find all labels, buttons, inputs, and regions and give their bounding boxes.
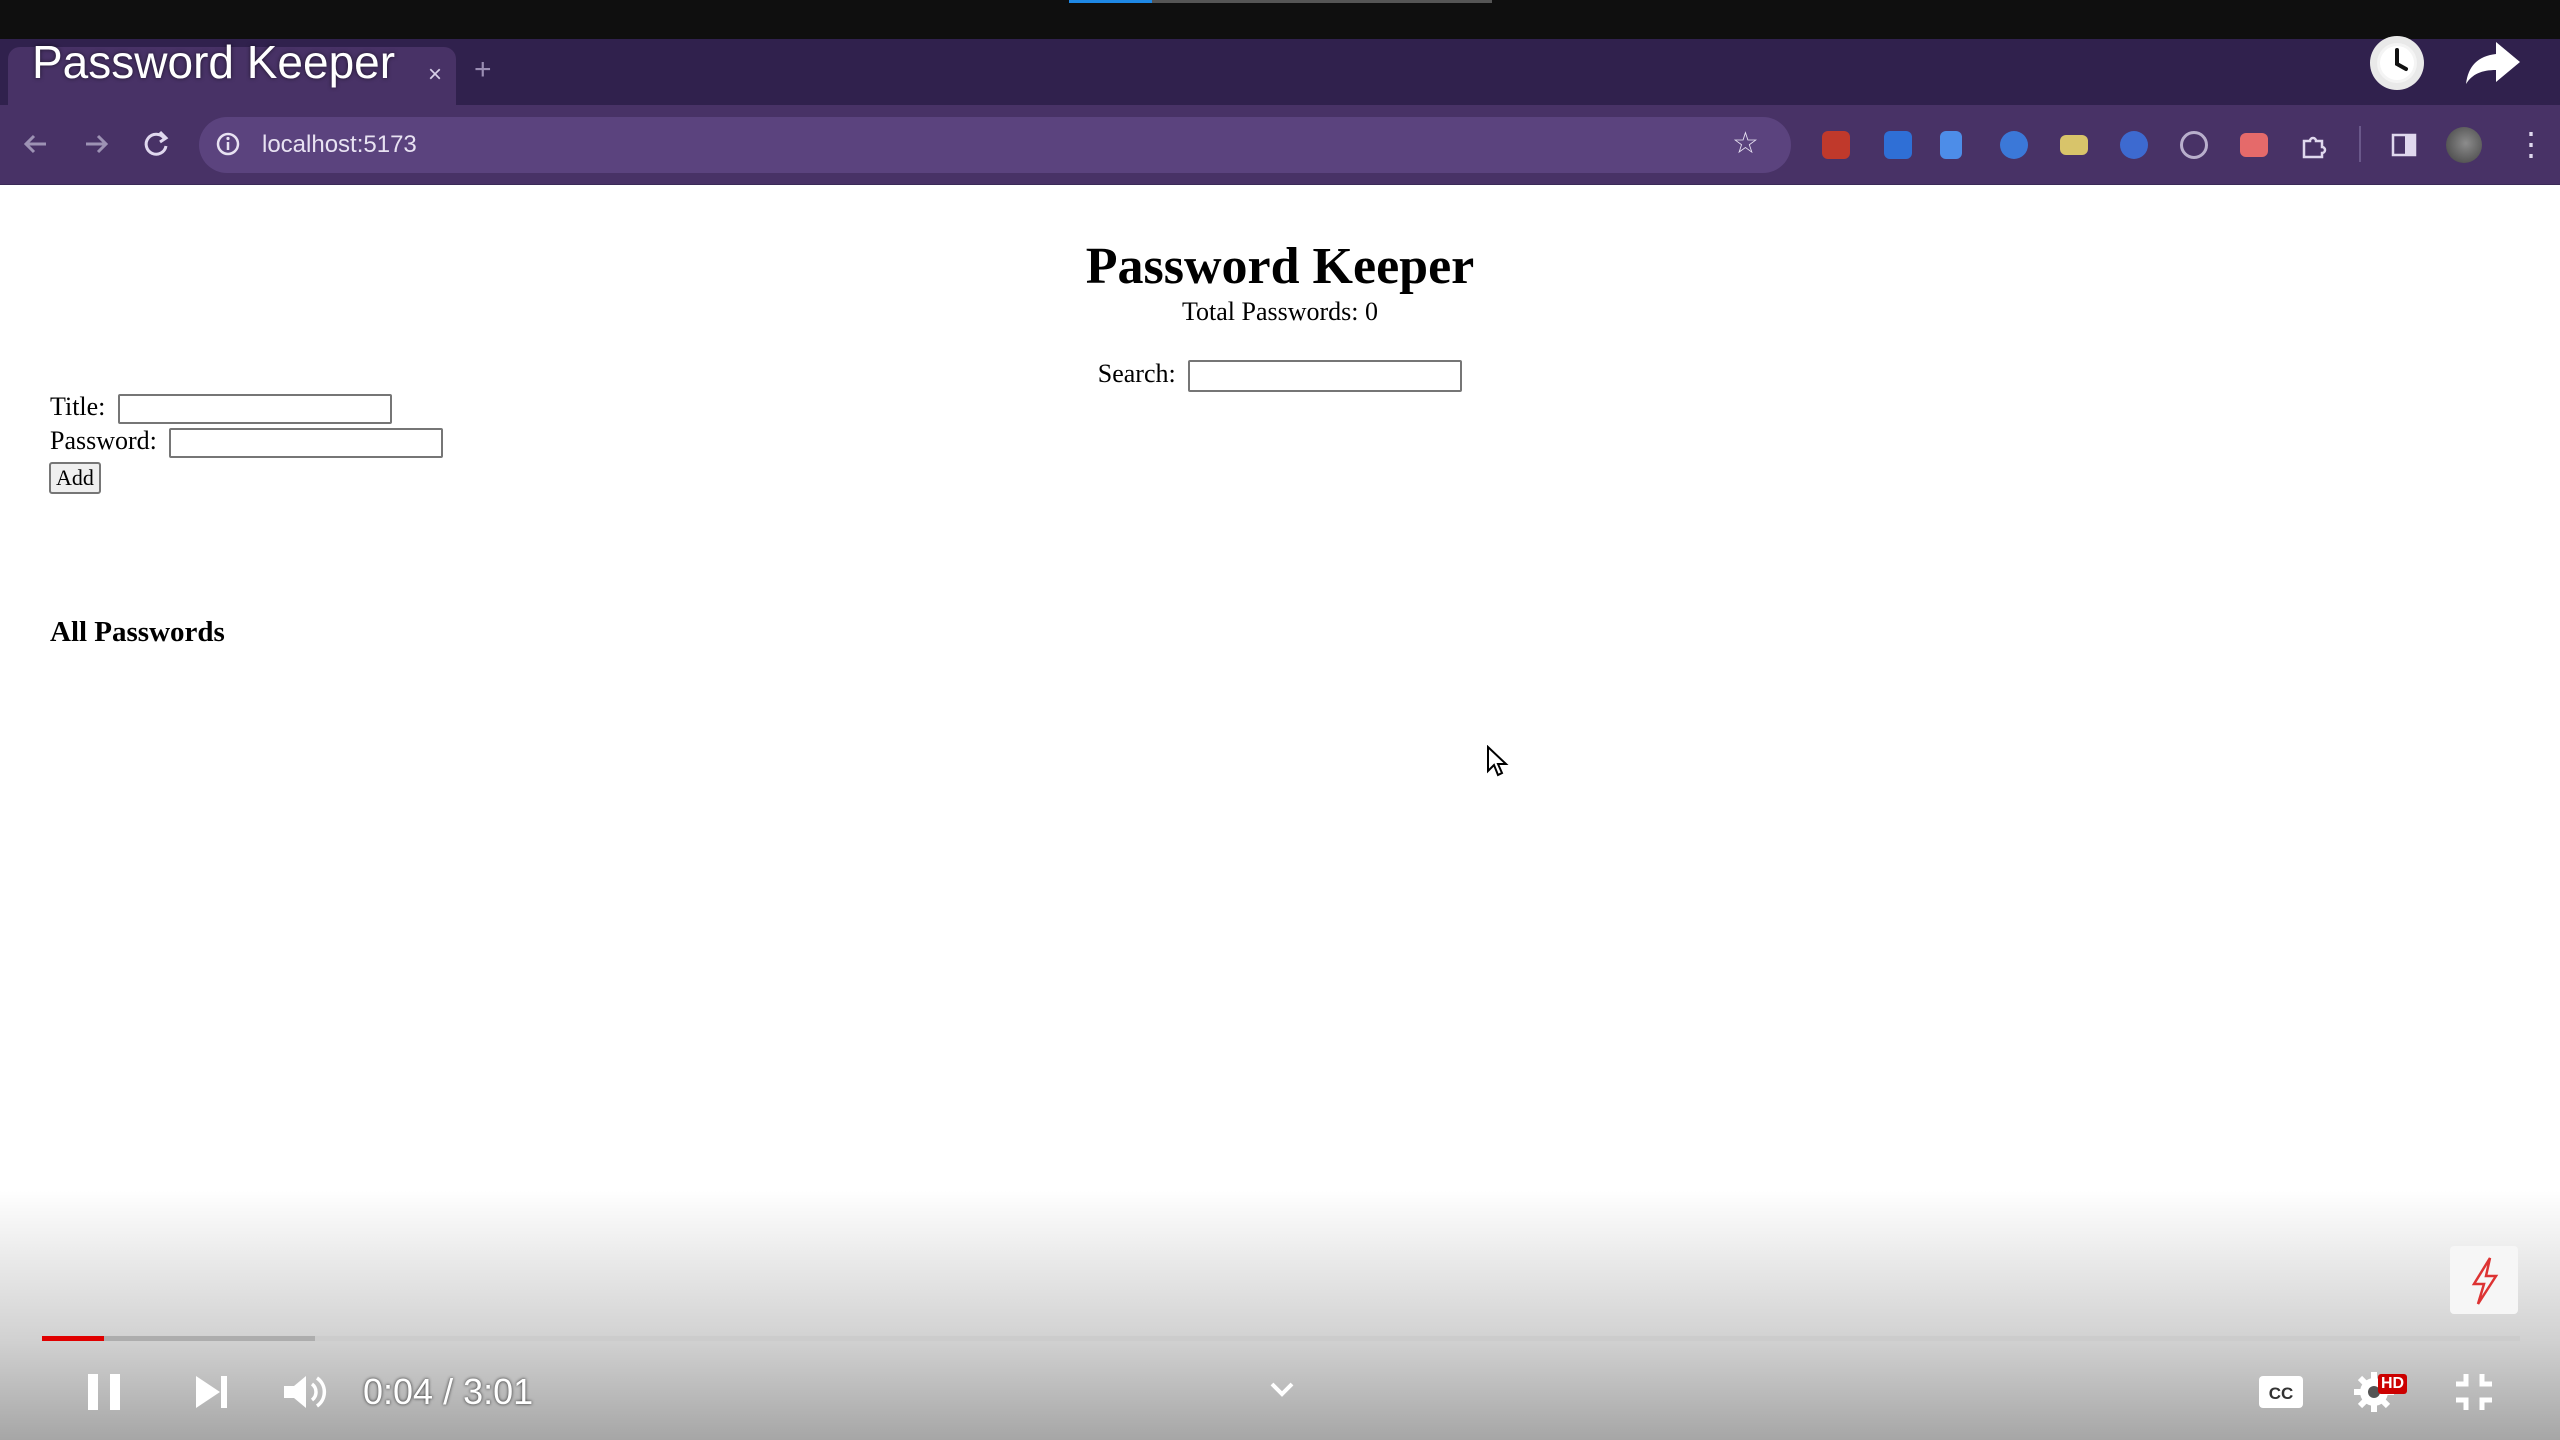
title-input[interactable] (117, 394, 392, 425)
password-row: Password: (50, 425, 444, 459)
new-tab-icon[interactable]: + (474, 55, 492, 85)
chevron-down-icon[interactable] (1262, 1368, 1302, 1416)
exit-fullscreen-icon[interactable] (2450, 1368, 2498, 1416)
extension-doc-icon[interactable] (1940, 131, 1962, 159)
watch-later-icon[interactable] (2370, 36, 2424, 90)
bolt-icon[interactable] (2450, 1246, 2518, 1314)
site-info-icon[interactable] (213, 129, 243, 159)
title-row: Title: (50, 391, 392, 425)
chapter-indicator-remaining (1152, 0, 1492, 3)
time-display: 0:04 / 3:01 (363, 1371, 533, 1413)
forward-icon[interactable] (76, 124, 116, 164)
video-title[interactable]: Password Keeper (32, 34, 395, 90)
search-label: Search: (1097, 359, 1176, 388)
extensions-puzzle-icon[interactable] (2300, 131, 2328, 159)
reload-icon[interactable] (136, 124, 176, 164)
volume-icon[interactable] (280, 1368, 330, 1416)
pause-icon[interactable] (82, 1368, 126, 1416)
url-text[interactable]: localhost:5173 (262, 130, 417, 160)
total-time: 3:01 (463, 1371, 534, 1412)
back-icon[interactable] (16, 124, 56, 164)
password-input[interactable] (169, 428, 444, 459)
total-passwords-count: Total Passwords: 0 (1181, 297, 1379, 326)
add-button[interactable]: Add (49, 462, 101, 494)
extension-yellow-icon[interactable] (2060, 135, 2088, 155)
page-title: Password Keeper (1085, 238, 1475, 295)
side-panel-icon[interactable] (2390, 131, 2418, 159)
browser-menu-icon[interactable]: ⋮ (2515, 124, 2547, 164)
search-row: Search: (0, 357, 2560, 393)
next-icon[interactable] (190, 1368, 234, 1416)
svg-text:CC: CC (2269, 1384, 2294, 1403)
extension-globe-icon[interactable] (2120, 131, 2148, 159)
progress-bar-track[interactable] (42, 1336, 2520, 1341)
all-passwords-heading: All Passwords (50, 616, 225, 648)
search-input[interactable] (1188, 360, 1463, 393)
extension-target-icon[interactable] (2180, 131, 2208, 159)
video-frame: × + Password Keeper localhost:5173 ☆ ⋮ P… (0, 0, 2560, 1440)
mouse-cursor-icon (1486, 744, 1510, 784)
tab-close-icon[interactable]: × (423, 61, 447, 89)
title-label: Title: (50, 392, 106, 421)
share-icon[interactable] (2462, 36, 2524, 90)
time-separator: / (433, 1371, 464, 1412)
hd-badge: HD (2378, 1374, 2408, 1394)
current-time: 0:04 (363, 1371, 434, 1412)
extension-blue-icon[interactable] (1884, 131, 1912, 159)
extension-calendar-icon[interactable] (2240, 133, 2268, 157)
address-bar[interactable] (199, 117, 1791, 173)
toolbar-divider (2359, 126, 2361, 162)
extension-chrome-icon[interactable] (2000, 131, 2028, 159)
bookmark-star-icon[interactable]: ☆ (1732, 128, 1759, 160)
profile-avatar[interactable] (2446, 127, 2482, 163)
progress-bar-played (42, 1336, 104, 1341)
captions-icon[interactable]: CC (2256, 1368, 2306, 1416)
chapter-indicator (1069, 0, 1152, 3)
password-label: Password: (50, 426, 157, 455)
extension-bug-icon[interactable] (1822, 131, 1850, 159)
